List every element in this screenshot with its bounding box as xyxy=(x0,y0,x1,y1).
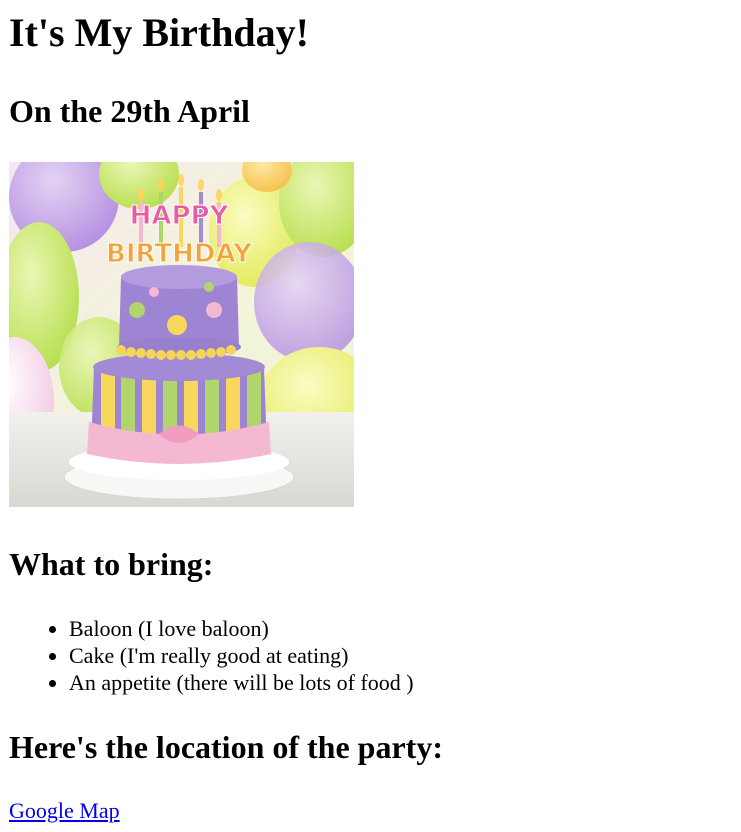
birthday-topper-text: BIRTHDAY xyxy=(106,239,253,269)
google-map-link[interactable]: Google Map xyxy=(9,797,120,825)
happy-topper-text: HAPPY xyxy=(130,201,230,231)
list-item: Cake (I'm really good at eating) xyxy=(69,642,414,669)
list-item: An appetite (there will be lots of food … xyxy=(69,669,414,696)
page-title: It's My Birthday! xyxy=(9,10,309,55)
list-item: Baloon (I love baloon) xyxy=(69,615,414,642)
what-to-bring-heading: What to bring: xyxy=(9,546,214,582)
birthday-cake-image: HAPPY BIRTHDAY xyxy=(9,162,354,507)
bring-list: Baloon (I love baloon) Cake (I'm really … xyxy=(29,615,414,696)
location-heading: Here's the location of the party: xyxy=(9,729,443,765)
date-heading: On the 29th April xyxy=(9,93,250,129)
